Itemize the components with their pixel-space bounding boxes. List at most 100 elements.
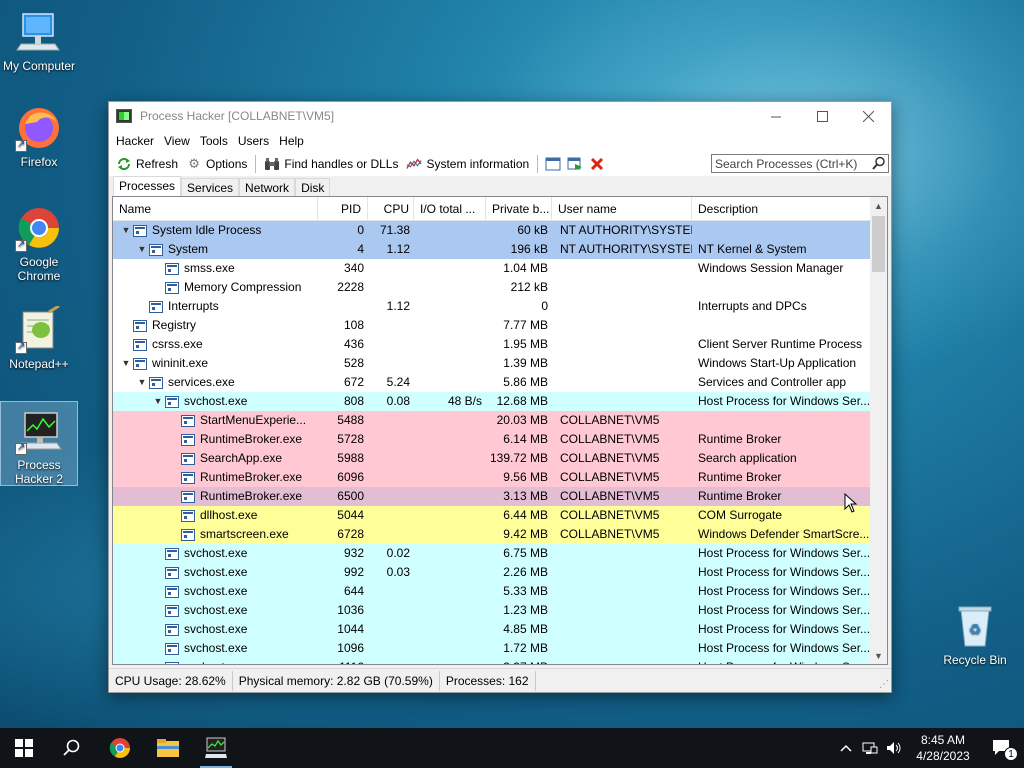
process-cpu: 0.03 xyxy=(386,565,410,579)
table-row[interactable]: ▼ System 4 1.12 196 kB NT AUTHORITY\SYSTEM NT … xyxy=(113,240,872,259)
process-description: Windows Defender SmartScre... xyxy=(698,527,870,541)
table-row[interactable]: ▼ svchost.exe 808 0.08 48 B/s 12.68 MB Host Pr… xyxy=(113,392,872,411)
table-row[interactable]: svchost.exe 992 0.03 2.26 MB Host Process fo… xyxy=(113,563,872,582)
table-row[interactable]: svchost.exe 1116 3.37 MB Host Process for W… xyxy=(113,658,872,664)
column-io-total[interactable]: I/O total ... xyxy=(414,197,486,221)
resize-grip-icon[interactable]: ⋰ xyxy=(879,679,889,690)
taskbar-process-hacker[interactable] xyxy=(192,728,240,768)
column-pid[interactable]: PID xyxy=(318,197,368,221)
vertical-scrollbar[interactable]: ▲ ▼ xyxy=(870,197,887,664)
system-tray: 8:45 AM 4/28/2023 1 xyxy=(834,728,1024,768)
chevron-down-icon[interactable]: ▼ xyxy=(119,354,133,373)
column-private-bytes[interactable]: Private b... xyxy=(486,197,552,221)
search-processes-input[interactable] xyxy=(711,154,889,173)
table-row[interactable]: csrss.exe 436 1.95 MB Client Server Runtime… xyxy=(113,335,872,354)
process-rows: ▼ System Idle Process 0 71.38 60 kB NT AUTHOR… xyxy=(113,221,872,664)
menu-help[interactable]: Help xyxy=(274,134,309,148)
tab-services[interactable]: Services xyxy=(181,178,240,196)
desktop-icon-my-computer[interactable]: My Computer xyxy=(0,8,78,73)
process-pid: 1116 xyxy=(318,658,368,664)
minimize-button[interactable] xyxy=(753,102,799,130)
table-row[interactable]: dllhost.exe 5044 6.44 MB COLLABNET\VM5 COM S… xyxy=(113,506,872,525)
table-row[interactable]: ▼ wininit.exe 528 1.39 MB Windows Start-Up A… xyxy=(113,354,872,373)
tab-processes[interactable]: Processes xyxy=(113,176,182,196)
column-description[interactable]: Description xyxy=(692,197,872,221)
refresh-button[interactable]: Refresh xyxy=(112,153,182,175)
table-row[interactable]: SearchApp.exe 5988 139.72 MB COLLABNET\VM5 S… xyxy=(113,449,872,468)
table-row[interactable]: Memory Compression 2228 212 kB xyxy=(113,278,872,297)
window-arrow-icon xyxy=(567,157,583,170)
tab-network[interactable]: Network xyxy=(239,178,296,196)
desktop-icon-firefox[interactable]: Firefox xyxy=(0,104,78,169)
taskbar-file-explorer[interactable] xyxy=(144,728,192,768)
column-cpu[interactable]: CPU xyxy=(368,197,414,221)
volume-icon[interactable] xyxy=(882,728,906,768)
terminate-button[interactable] xyxy=(586,153,608,175)
table-row[interactable]: StartMenuExperie... 5488 20.03 MB COLLABNET… xyxy=(113,411,872,430)
table-row[interactable]: smartscreen.exe 6728 9.42 MB COLLABNET\VM5 W… xyxy=(113,525,872,544)
process-io-total xyxy=(414,487,486,506)
taskbar-chrome[interactable] xyxy=(96,728,144,768)
chevron-down-icon[interactable]: ▼ xyxy=(135,240,149,259)
notification-center-button[interactable]: 1 xyxy=(980,728,1024,768)
title-bar[interactable]: Process Hacker [COLLABNET\VM5] xyxy=(109,102,891,130)
table-row[interactable]: svchost.exe 1096 1.72 MB Host Process for W… xyxy=(113,639,872,658)
menu-tools[interactable]: Tools xyxy=(195,134,233,148)
status-bar: CPU Usage: 28.62% Physical memory: 2.82 … xyxy=(109,668,891,692)
table-row[interactable]: svchost.exe 644 5.33 MB Host Process for Wi… xyxy=(113,582,872,601)
table-row[interactable]: RuntimeBroker.exe 6500 3.13 MB COLLABNET\VM… xyxy=(113,487,872,506)
scroll-up-icon[interactable]: ▲ xyxy=(870,197,887,214)
desktop-icon-process-hacker[interactable]: Process Hacker 2 xyxy=(0,401,78,486)
search-button[interactable] xyxy=(48,728,96,768)
process-window-icon xyxy=(149,300,163,313)
chevron-down-icon[interactable]: ▼ xyxy=(151,392,165,411)
firefox-icon xyxy=(15,104,63,152)
clock[interactable]: 8:45 AM 4/28/2023 xyxy=(906,732,980,764)
table-row[interactable]: svchost.exe 932 0.02 6.75 MB Host Process fo… xyxy=(113,544,872,563)
column-name[interactable]: Name xyxy=(113,197,318,221)
process-pid: 528 xyxy=(343,356,364,370)
tab-disk[interactable]: Disk xyxy=(295,178,331,196)
table-row[interactable]: RuntimeBroker.exe 6096 9.56 MB COLLABNET\VM… xyxy=(113,468,872,487)
process-user-name xyxy=(552,658,692,664)
column-user-name[interactable]: User name xyxy=(552,197,692,221)
chevron-down-icon[interactable]: ▼ xyxy=(135,373,149,392)
table-row[interactable]: smss.exe 340 1.04 MB Windows Session Manage… xyxy=(113,259,872,278)
table-row[interactable]: RuntimeBroker.exe 5728 6.14 MB COLLABNET\VM… xyxy=(113,430,872,449)
process-description: Host Process for Windows Ser... xyxy=(698,565,871,579)
find-window-button[interactable] xyxy=(564,153,586,175)
desktop-icon-notepadpp[interactable]: Notepad++ xyxy=(0,304,78,371)
menu-users[interactable]: Users xyxy=(233,134,274,148)
process-private-bytes: 9.42 MB xyxy=(503,527,548,541)
process-private-bytes: 5.86 MB xyxy=(503,375,548,389)
network-icon[interactable] xyxy=(858,728,882,768)
process-pid: 6096 xyxy=(337,470,364,484)
desktop-icon-recycle-bin[interactable]: ♻ Recycle Bin xyxy=(936,602,1014,667)
table-row[interactable]: ▼ services.exe 672 5.24 5.86 MB Services and … xyxy=(113,373,872,392)
show-window-button[interactable] xyxy=(542,153,564,175)
search-icon[interactable] xyxy=(872,156,886,170)
desktop-icon-google-chrome[interactable]: Google Chrome xyxy=(0,204,78,283)
table-row[interactable]: ▼ System Idle Process 0 71.38 60 kB NT AUTHOR… xyxy=(113,221,872,240)
table-row[interactable]: svchost.exe 1036 1.23 MB Host Process for W… xyxy=(113,601,872,620)
maximize-button[interactable] xyxy=(799,102,845,130)
table-row[interactable]: Registry 108 7.77 MB xyxy=(113,316,872,335)
recycle-bin-icon: ♻ xyxy=(951,602,999,650)
start-button[interactable] xyxy=(0,728,48,768)
process-pid: 5728 xyxy=(337,432,364,446)
chevron-down-icon[interactable]: ▼ xyxy=(119,221,133,240)
options-button[interactable]: ⚙ Options xyxy=(182,153,251,175)
menu-hacker[interactable]: Hacker xyxy=(111,134,159,148)
mouse-cursor-icon xyxy=(844,493,858,513)
scroll-thumb[interactable] xyxy=(872,216,885,272)
find-handles-button[interactable]: Find handles or DLLs xyxy=(260,153,402,175)
menu-view[interactable]: View xyxy=(159,134,195,148)
scroll-down-icon[interactable]: ▼ xyxy=(870,647,887,664)
process-private-bytes: 1.95 MB xyxy=(503,337,548,351)
process-cpu: 0.02 xyxy=(386,546,410,560)
table-row[interactable]: Interrupts 1.12 0 Interrupts and DPCs xyxy=(113,297,872,316)
table-row[interactable]: svchost.exe 1044 4.85 MB Host Process for W… xyxy=(113,620,872,639)
chevron-up-icon[interactable] xyxy=(834,728,858,768)
system-information-button[interactable]: System information xyxy=(402,153,533,175)
close-button[interactable] xyxy=(845,102,891,130)
